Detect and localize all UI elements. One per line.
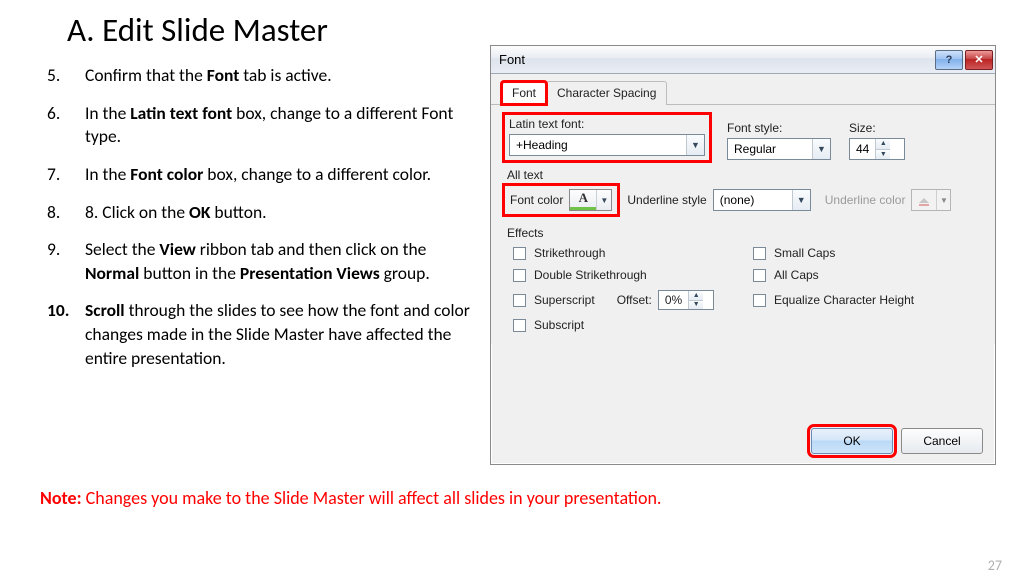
instructions-list: 5.Confirm that the Font tab is active.6.… bbox=[37, 64, 477, 370]
step-text: In the Latin text font box, change to a … bbox=[85, 102, 477, 149]
latin-text-font-label: Latin text font: bbox=[509, 117, 705, 131]
instruction-item: 8.8. Click on the OK button. bbox=[37, 201, 477, 225]
instruction-item: 7.In the Font color box, change to a dif… bbox=[37, 163, 477, 187]
eqheight-checkbox[interactable]: Equalize Character Height bbox=[753, 290, 981, 310]
tab-font[interactable]: Font bbox=[501, 81, 547, 105]
font-dialog: Font ? ✕ Font Character Spacing Latin te… bbox=[490, 45, 996, 465]
underline-style-label: Underline style bbox=[627, 193, 706, 207]
font-color-label: Font color bbox=[510, 193, 563, 207]
instruction-item: 9.Select the View ribbon tab and then cl… bbox=[37, 238, 477, 285]
instruction-item: 6.In the Latin text font box, change to … bbox=[37, 102, 477, 149]
step-number: 6. bbox=[37, 102, 85, 149]
allcaps-checkbox[interactable]: All Caps bbox=[753, 268, 981, 282]
effects-grid: Strikethrough Small Caps Double Striketh… bbox=[505, 246, 981, 332]
checkbox-icon bbox=[513, 294, 526, 307]
font-style-label: Font style: bbox=[727, 121, 831, 135]
font-size-spinner[interactable]: 44 ▲ ▼ bbox=[849, 138, 905, 160]
font-size-group: Size: 44 ▲ ▼ bbox=[849, 121, 905, 160]
tab-character-spacing[interactable]: Character Spacing bbox=[546, 81, 667, 105]
step-text: Select the View ribbon tab and then clic… bbox=[85, 238, 477, 285]
ok-button[interactable]: OK bbox=[811, 428, 893, 454]
all-text-label: All text bbox=[507, 168, 981, 182]
chevron-down-icon[interactable]: ▼ bbox=[689, 300, 703, 310]
font-color-icon: A bbox=[570, 190, 596, 210]
latin-text-font-combo[interactable]: +Heading ▼ bbox=[509, 134, 705, 156]
instructions-column: 5.Confirm that the Font tab is active.6.… bbox=[37, 64, 477, 384]
instruction-item: 5.Confirm that the Font tab is active. bbox=[37, 64, 477, 88]
step-number: 8. bbox=[37, 201, 85, 225]
step-text: 8. Click on the OK button. bbox=[85, 201, 477, 225]
note-body: Changes you make to the Slide Master wil… bbox=[86, 487, 662, 509]
cancel-button[interactable]: Cancel bbox=[901, 428, 983, 454]
smallcaps-checkbox[interactable]: Small Caps bbox=[753, 246, 981, 260]
font-size-label: Size: bbox=[849, 121, 905, 135]
tab-strip: Font Character Spacing bbox=[491, 74, 995, 105]
page-number: 27 bbox=[988, 557, 1002, 574]
checkbox-icon bbox=[753, 294, 766, 307]
checkbox-icon bbox=[513, 247, 526, 260]
font-style-group: Font style: Regular ▼ bbox=[727, 121, 831, 160]
underline-color-button[interactable]: ▼ bbox=[911, 189, 951, 211]
close-button[interactable]: ✕ bbox=[965, 50, 993, 70]
strike-checkbox[interactable]: Strikethrough bbox=[513, 246, 753, 260]
underline-style-combo[interactable]: (none) ▼ bbox=[713, 189, 811, 211]
dstrike-checkbox[interactable]: Double Strikethrough bbox=[513, 268, 753, 282]
effects-label: Effects bbox=[507, 226, 981, 240]
font-style-value: Regular bbox=[728, 142, 812, 156]
titlebar: Font ? ✕ bbox=[491, 46, 995, 74]
page-title: A. Edit Slide Master bbox=[67, 10, 1024, 50]
step-number: 9. bbox=[37, 238, 85, 285]
chevron-down-icon[interactable]: ▼ bbox=[936, 190, 950, 210]
instruction-item: 10.Scroll through the slides to see how … bbox=[37, 299, 477, 370]
chevron-down-icon[interactable]: ▼ bbox=[876, 149, 890, 160]
step-number: 5. bbox=[37, 64, 85, 88]
chevron-down-icon[interactable]: ▼ bbox=[596, 190, 611, 210]
checkbox-icon bbox=[753, 247, 766, 260]
offset-label: Offset: bbox=[617, 293, 652, 307]
font-style-combo[interactable]: Regular ▼ bbox=[727, 138, 831, 160]
step-number: 10. bbox=[37, 299, 85, 370]
note-label: Note: bbox=[40, 487, 86, 509]
dialog-body: Latin text font: +Heading ▼ Font style: … bbox=[491, 105, 995, 344]
step-text: Scroll through the slides to see how the… bbox=[85, 299, 477, 370]
step-number: 7. bbox=[37, 163, 85, 187]
offset-value: 0% bbox=[659, 291, 688, 309]
chevron-up-icon[interactable]: ▲ bbox=[876, 139, 890, 149]
chevron-down-icon[interactable]: ▼ bbox=[792, 190, 810, 210]
checkbox-icon bbox=[513, 269, 526, 282]
chevron-down-icon[interactable]: ▼ bbox=[812, 139, 830, 159]
step-text: In the Font color box, change to a diffe… bbox=[85, 163, 477, 187]
underline-color-label: Underline color bbox=[825, 193, 906, 207]
offset-spinner[interactable]: 0% ▲ ▼ bbox=[658, 290, 714, 310]
checkbox-icon bbox=[753, 269, 766, 282]
chevron-up-icon[interactable]: ▲ bbox=[689, 291, 703, 300]
subscript-checkbox[interactable]: Subscript bbox=[513, 318, 753, 332]
step-text: Confirm that the Font tab is active. bbox=[85, 64, 477, 88]
bucket-icon bbox=[912, 190, 936, 210]
superscript-checkbox[interactable]: Superscript Offset: 0% ▲ ▼ bbox=[513, 290, 753, 310]
font-color-button[interactable]: A ▼ bbox=[569, 189, 612, 211]
help-button[interactable]: ? bbox=[935, 50, 963, 70]
font-color-group: Font color A ▼ bbox=[505, 186, 617, 214]
dialog-title: Font bbox=[499, 52, 933, 67]
dialog-footer: OK Cancel bbox=[811, 428, 983, 454]
underline-style-value: (none) bbox=[714, 193, 792, 207]
latin-text-font-group: Latin text font: +Heading ▼ bbox=[505, 115, 709, 160]
offset-group: Offset: 0% ▲ ▼ bbox=[617, 290, 714, 310]
note-line: Note: Changes you make to the Slide Mast… bbox=[40, 487, 661, 509]
latin-text-font-value: +Heading bbox=[510, 138, 686, 152]
chevron-down-icon[interactable]: ▼ bbox=[686, 135, 704, 155]
font-size-value: 44 bbox=[850, 139, 875, 159]
checkbox-icon bbox=[513, 319, 526, 332]
